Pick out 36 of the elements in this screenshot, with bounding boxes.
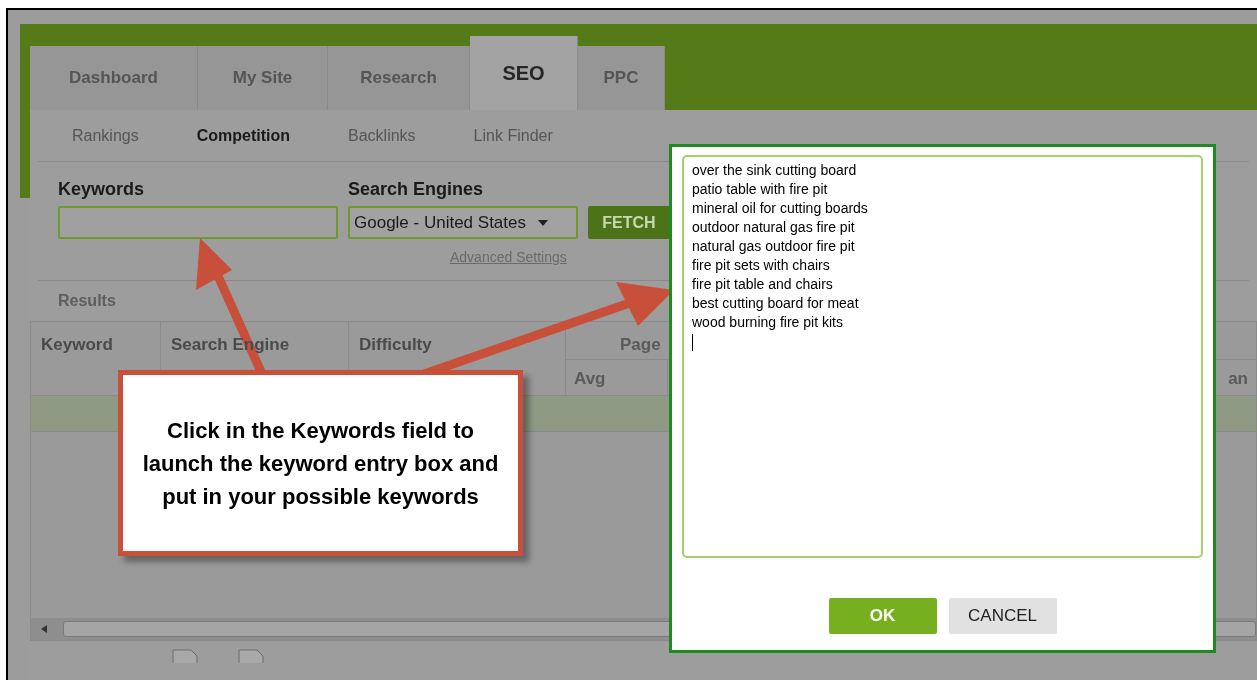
- dropdown-caret-icon: [538, 219, 548, 226]
- keyword-entry-field[interactable]: [682, 155, 1203, 558]
- sub-tab[interactable]: Competition: [196, 123, 291, 148]
- keyword-line: best cutting board for meat: [692, 294, 860, 313]
- sub-tab[interactable]: Rankings: [72, 123, 139, 148]
- nav-tab[interactable]: PPC: [578, 46, 665, 110]
- sub-tab[interactable]: Backlinks: [348, 123, 416, 148]
- search-engine-select[interactable]: Google - United States: [348, 206, 578, 239]
- keyword-line: over the sink cutting board: [692, 161, 858, 180]
- results-heading: Results: [58, 291, 116, 311]
- keyword-line: mineral oil for cutting boards: [692, 199, 869, 218]
- scroll-left-icon[interactable]: [41, 625, 47, 633]
- nav-tab[interactable]: Dashboard: [30, 46, 198, 110]
- column-header[interactable]: Page: [620, 335, 661, 354]
- ok-button[interactable]: OK: [828, 598, 937, 634]
- keyword-line: fire pit sets with chairs: [692, 256, 831, 275]
- sub-tab[interactable]: Link Finder: [473, 123, 553, 148]
- nav-tab[interactable]: My Site: [198, 46, 328, 110]
- column-header[interactable]: an: [1228, 366, 1248, 395]
- keyword-line: fire pit table and chairs: [692, 275, 834, 294]
- fetch-button[interactable]: FETCH: [588, 206, 670, 239]
- nav-tab[interactable]: Research: [328, 46, 470, 110]
- keyword-line: wood burning fire pit kits: [692, 313, 844, 332]
- callout-text: Click in the Keywords field to launch the keyword entry box and put in your possible keywords: [141, 416, 500, 511]
- column-header[interactable]: Avg: [574, 369, 606, 388]
- column-header[interactable]: Keyword: [41, 335, 113, 354]
- nav-tab[interactable]: SEO: [470, 36, 578, 110]
- keywords-field[interactable]: [58, 206, 338, 239]
- text-cursor: [692, 334, 693, 351]
- keyword-line: natural gas outdoor fire pit: [692, 237, 856, 256]
- keywords-label: Keywords: [58, 178, 146, 200]
- column-header[interactable]: Difficulty: [359, 335, 432, 354]
- keyword-line: patio table with fire pit: [692, 180, 829, 199]
- search-engines-label: Search Engines: [348, 178, 485, 200]
- keyword-line: outdoor natural gas fire pit: [692, 218, 856, 237]
- cancel-button[interactable]: CANCEL: [948, 598, 1057, 634]
